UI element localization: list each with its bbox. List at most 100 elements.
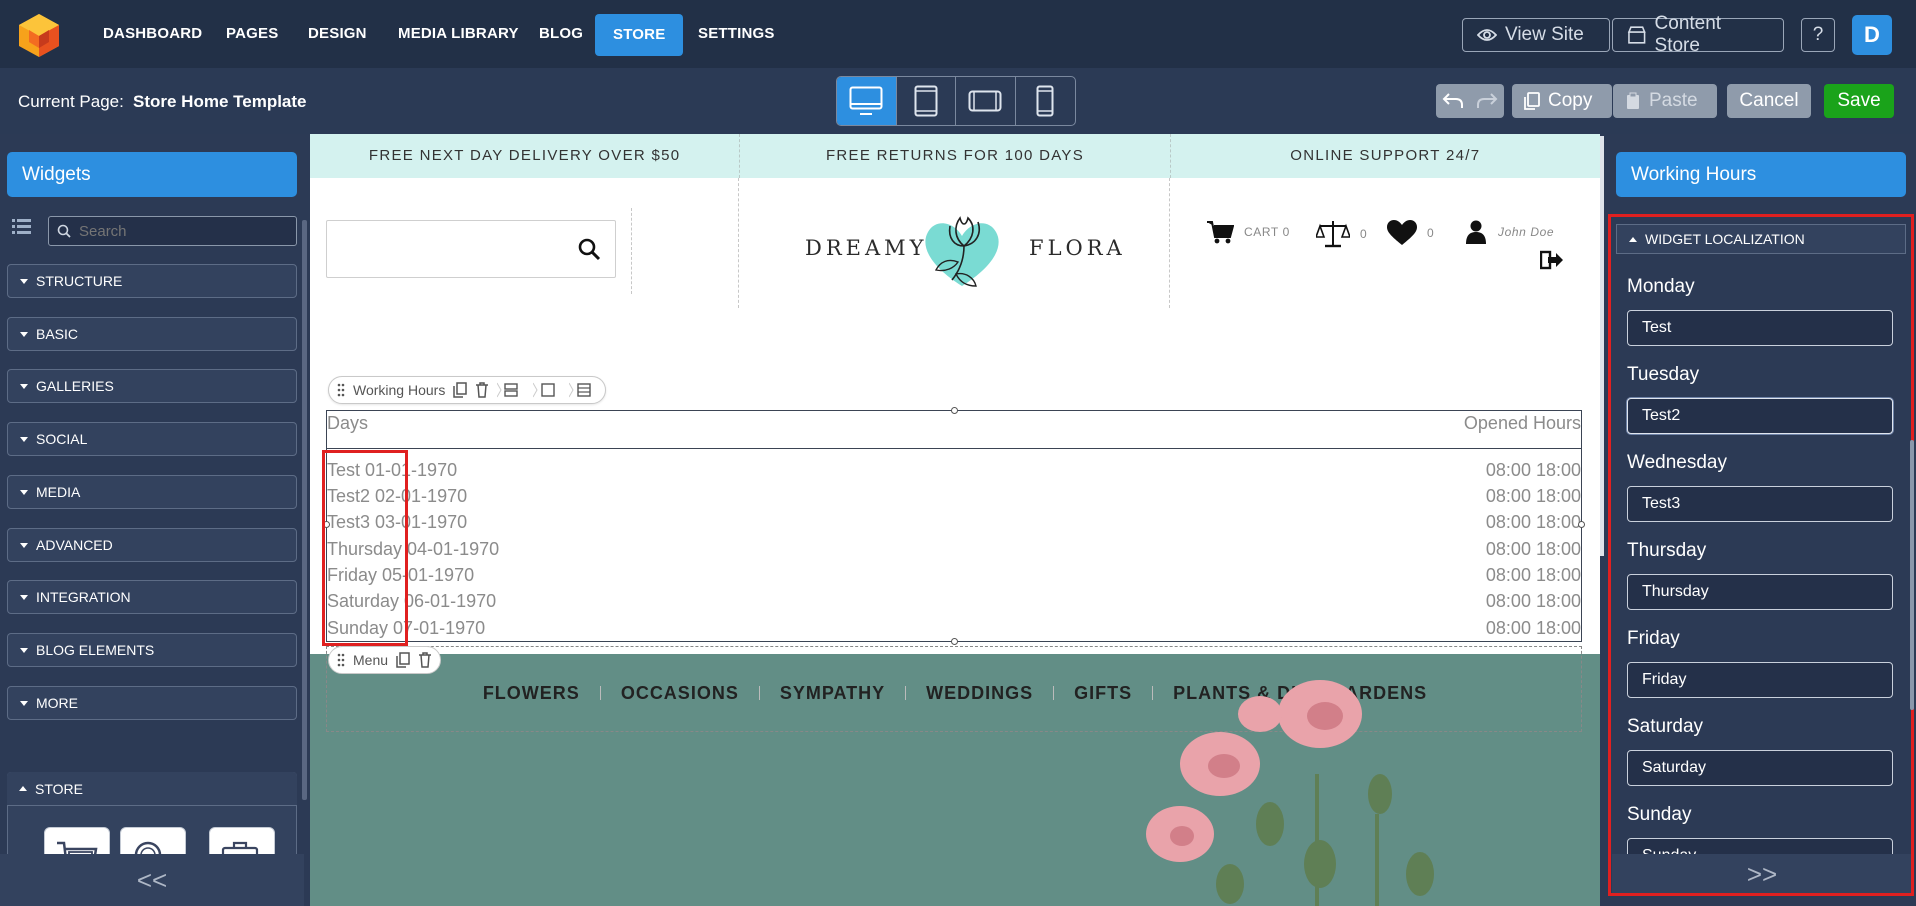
tablet-landscape-view-button[interactable] xyxy=(956,77,1016,125)
category-galleries[interactable]: GALLERIES xyxy=(7,369,297,403)
search-icon xyxy=(57,224,71,238)
copy-icon xyxy=(1524,92,1540,110)
layout-icon[interactable] xyxy=(569,382,597,398)
box-icon[interactable] xyxy=(533,382,561,398)
nav-dashboard[interactable]: DASHBOARD xyxy=(103,0,202,68)
resize-handle[interactable] xyxy=(951,638,958,645)
paste-icon xyxy=(1627,92,1639,109)
menu-widget-toolbar: Menu xyxy=(328,646,442,674)
caret-down-icon xyxy=(20,489,28,495)
category-basic[interactable]: BASIC xyxy=(7,317,297,351)
tablet-view-button[interactable] xyxy=(897,77,956,125)
content-store-label: Content Store xyxy=(1654,13,1722,56)
category-structure[interactable]: STRUCTURE xyxy=(7,264,297,298)
category-advanced[interactable]: ADVANCED xyxy=(7,528,297,562)
help-button[interactable]: ? xyxy=(1801,18,1835,52)
delete-icon[interactable] xyxy=(475,382,489,398)
caret-down-icon xyxy=(20,436,28,442)
save-button[interactable]: Save xyxy=(1824,84,1894,118)
working-hours-widget-toolbar: Working Hours xyxy=(328,376,607,404)
copy-button[interactable]: Copy xyxy=(1512,84,1612,118)
delete-icon[interactable] xyxy=(418,652,432,668)
user-icon xyxy=(1466,220,1486,244)
nav-store[interactable]: STORE xyxy=(595,14,684,56)
resize-handle[interactable] xyxy=(1578,521,1585,528)
caret-up-icon xyxy=(19,786,27,791)
promo-delivery: FREE NEXT DAY DELIVERY OVER $50 xyxy=(310,134,741,178)
undo-button[interactable] xyxy=(1436,84,1470,118)
view-site-label: View Site xyxy=(1505,24,1584,45)
nav-media-library[interactable]: MEDIA LIBRARY xyxy=(398,0,519,68)
view-site-button[interactable]: View Site xyxy=(1462,18,1610,52)
cart-icon xyxy=(1207,221,1234,244)
cancel-label: Cancel xyxy=(1739,90,1799,111)
account-link[interactable]: John Doe xyxy=(1466,220,1554,244)
category-media[interactable]: MEDIA xyxy=(7,475,297,509)
mobile-view-button[interactable] xyxy=(1016,77,1076,125)
menu-item-occasions[interactable]: OCCASIONS xyxy=(601,684,760,702)
table-row: Thursday 04-01-1970 08:00 18:00 xyxy=(327,539,1581,565)
nav-design[interactable]: DESIGN xyxy=(308,0,367,68)
promo-support: ONLINE SUPPORT 24/7 xyxy=(1290,147,1481,164)
app-logo-icon[interactable] xyxy=(16,12,62,58)
page-toolbar: Current Page: Store Home Template Copy P… xyxy=(0,68,1916,134)
current-page-label: Current Page: xyxy=(18,92,124,111)
table-row: Test3 03-01-1970 08:00 18:00 xyxy=(327,512,1581,538)
working-hours-header: Days Opened Hours xyxy=(327,411,1581,449)
category-store-header[interactable]: STORE xyxy=(7,772,297,806)
brand-word-left: DREAMY xyxy=(805,236,928,260)
highlight-box xyxy=(1608,214,1914,896)
widget-search-input[interactable] xyxy=(79,222,279,240)
category-label: SOCIAL xyxy=(36,431,88,447)
redo-button[interactable] xyxy=(1470,84,1504,118)
compare-link[interactable]: 0 xyxy=(1316,220,1367,248)
duplicate-icon[interactable] xyxy=(453,382,468,398)
cart-count: CART 0 xyxy=(1244,225,1290,239)
mobile-icon xyxy=(1036,85,1054,117)
category-blog-elements[interactable]: BLOG ELEMENTS xyxy=(7,633,297,667)
category-integration[interactable]: INTEGRATION xyxy=(7,580,297,614)
cart-link[interactable]: CART 0 xyxy=(1206,220,1290,244)
user-avatar[interactable]: D xyxy=(1852,15,1892,55)
drag-handle-icon[interactable] xyxy=(337,383,345,397)
brand-word-right: FLORA xyxy=(1029,236,1126,260)
widgets-title: Widgets xyxy=(7,152,297,197)
content-store-button[interactable]: Content Store xyxy=(1612,13,1784,56)
duplicate-icon[interactable] xyxy=(396,652,410,668)
caret-down-icon xyxy=(20,647,28,653)
compare-count: 0 xyxy=(1360,227,1368,241)
split-rows-icon[interactable] xyxy=(497,382,525,398)
nav-settings[interactable]: SETTINGS xyxy=(698,0,775,68)
resize-handle[interactable] xyxy=(951,407,958,414)
top-navigation: DASHBOARD PAGES DESIGN MEDIA LIBRARY BLO… xyxy=(0,0,1916,68)
working-hours-table[interactable]: Days Opened Hours Test 01-01-1970 08:00 1… xyxy=(323,407,1585,645)
menu-item-sympathy[interactable]: SYMPATHY xyxy=(760,684,907,702)
logout-icon[interactable] xyxy=(1540,250,1564,270)
hours-cell: 08:00 18:00 xyxy=(1485,565,1581,585)
menu-item-flowers[interactable]: FLOWERS xyxy=(463,684,601,702)
menu-item-weddings[interactable]: WEDDINGS xyxy=(906,684,1055,702)
list-view-icon[interactable] xyxy=(12,216,32,236)
site-search-box[interactable] xyxy=(326,220,616,278)
drag-handle-icon[interactable] xyxy=(337,653,345,667)
category-social[interactable]: SOCIAL xyxy=(7,422,297,456)
category-more[interactable]: MORE xyxy=(7,686,297,720)
nav-pages[interactable]: PAGES xyxy=(226,0,278,68)
promo-returns: FREE RETURNS FOR 100 DAYS xyxy=(740,134,1171,178)
right-scrollbar[interactable] xyxy=(1910,440,1914,710)
site-header: DREAMY FLORA CART 0 0 0 John Doe Working… xyxy=(310,178,1600,732)
scale-icon xyxy=(1316,221,1350,248)
collapse-left-panel-button[interactable]: << xyxy=(0,854,304,906)
eye-icon xyxy=(1477,29,1497,41)
cancel-button[interactable]: Cancel xyxy=(1727,84,1811,118)
wishlist-count: 0 xyxy=(1427,226,1435,240)
left-scrollbar[interactable] xyxy=(302,220,307,800)
hours-header: Opened Hours xyxy=(1463,413,1581,433)
menu-widget-label: Menu xyxy=(353,652,389,668)
desktop-view-button[interactable] xyxy=(837,77,897,125)
category-label: INTEGRATION xyxy=(36,589,131,605)
save-label: Save xyxy=(1837,90,1881,111)
paste-button[interactable]: Paste xyxy=(1613,84,1717,118)
nav-blog[interactable]: BLOG xyxy=(539,0,583,68)
wishlist-link[interactable]: 0 xyxy=(1387,220,1434,246)
